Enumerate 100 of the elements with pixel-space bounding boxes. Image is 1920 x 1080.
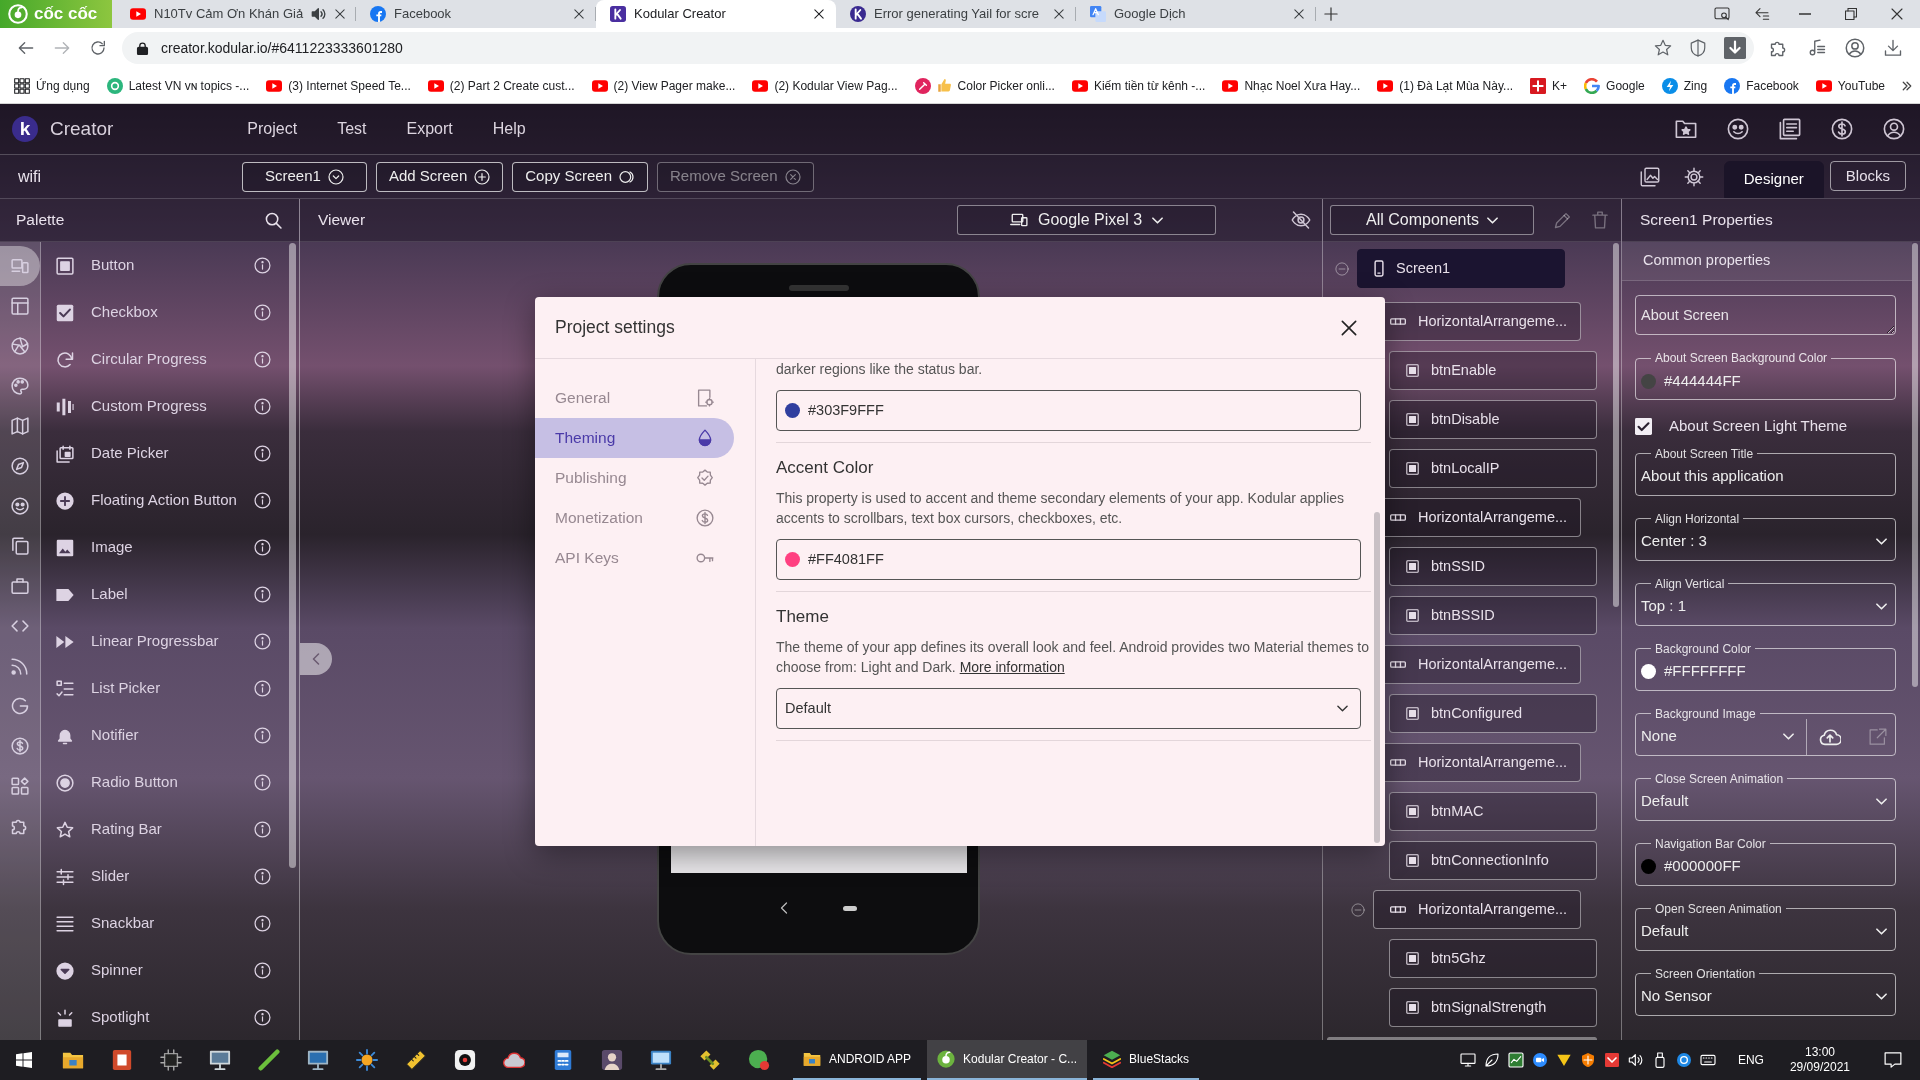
info-icon[interactable] [254, 868, 271, 885]
settings-nav-item[interactable]: Theming [535, 418, 734, 458]
screen-button[interactable]: Copy Screen [512, 161, 648, 192]
playlist-icon[interactable] [1808, 39, 1826, 57]
avatar-icon[interactable] [600, 1049, 623, 1071]
bookmark[interactable]: Google [1584, 76, 1645, 95]
palette-item[interactable]: Custom Progress [41, 383, 289, 430]
dollar-icon[interactable] [1831, 118, 1853, 140]
bookmark[interactable]: Ứng dụng [14, 76, 90, 95]
color-field[interactable]: #303F9FFF [776, 390, 1361, 431]
bookmark[interactable]: (1) Đà Lạt Mùa Này... [1377, 76, 1514, 95]
chevron-tile-icon[interactable] [1603, 1052, 1620, 1068]
checkbox[interactable] [1635, 417, 1652, 435]
palette-item[interactable]: Floating Action Button [41, 477, 289, 524]
monitor-icon[interactable] [208, 1049, 231, 1071]
ruler-icon[interactable] [404, 1049, 427, 1071]
palette-item[interactable]: Button [41, 242, 289, 289]
globe-icon[interactable] [747, 1049, 770, 1071]
info-icon[interactable] [254, 445, 271, 462]
dropdown-field[interactable]: Align Horizontal Center : 3 [1635, 511, 1896, 561]
browser-tab[interactable]: Google Dịch [1076, 0, 1316, 28]
info-icon[interactable] [254, 398, 271, 415]
close-button[interactable] [1341, 319, 1357, 336]
close-icon[interactable] [1891, 8, 1903, 20]
info-icon[interactable] [254, 680, 271, 697]
palette-item[interactable]: Image [41, 524, 289, 571]
color-field[interactable]: About Screen Background Color #444444FF [1635, 351, 1896, 400]
bookmark[interactable]: Color Picker onli... [914, 76, 1055, 95]
menu-item[interactable]: Test [337, 117, 367, 141]
palette-item[interactable]: Notifier [41, 712, 289, 759]
browser-tab[interactable]: N10Tv Cảm Ơn Khán Giả [116, 0, 356, 28]
category-tab[interactable] [0, 246, 40, 286]
component-item[interactable]: HorizontalArrangeme... [1373, 890, 1581, 929]
text-area[interactable]: About Screen [1635, 295, 1896, 335]
info-icon[interactable] [254, 915, 271, 932]
bookmark[interactable]: (2) View Pager make... [591, 76, 736, 95]
info-icon[interactable] [254, 257, 271, 274]
article-icon[interactable] [1779, 118, 1801, 140]
info-icon[interactable] [254, 962, 271, 979]
download-icon[interactable] [1884, 39, 1902, 57]
palette-item[interactable]: Rating Bar [41, 806, 289, 853]
device-dropdown[interactable]: Google Pixel 3 [957, 205, 1216, 235]
component-item[interactable]: Screen1 [1357, 249, 1565, 288]
collapse-icon[interactable] [1351, 902, 1365, 917]
component-filter-dropdown[interactable]: All Components [1330, 205, 1534, 235]
scrollbar-thumb[interactable] [289, 243, 296, 868]
close-icon[interactable] [814, 9, 824, 19]
satellite-icon[interactable] [698, 1049, 721, 1071]
component-item[interactable]: btnDisable [1389, 400, 1597, 439]
smiley-icon[interactable] [1727, 118, 1749, 140]
arrows-icon[interactable] [1754, 6, 1770, 22]
editor-tab[interactable]: Designer [1723, 161, 1824, 198]
bookmark[interactable]: (2) Part 2 Create cust... [427, 76, 575, 95]
menu-item[interactable]: Project [247, 117, 298, 141]
info-icon[interactable] [254, 633, 271, 650]
dropdown-field[interactable]: Screen Orientation No Sensor [1635, 966, 1896, 1016]
shield-icon[interactable] [1579, 1052, 1596, 1068]
chart-tile-icon[interactable] [1507, 1052, 1524, 1068]
close-icon[interactable] [574, 9, 584, 19]
palette-item[interactable]: Spinner [41, 947, 289, 994]
address-bar[interactable]: creator.kodular.io/#6411223333601280 [122, 32, 1754, 64]
collapse-handle[interactable] [300, 643, 332, 675]
language-indicator[interactable]: ENG [1737, 1051, 1764, 1069]
component-item[interactable]: btnEnable [1389, 351, 1597, 390]
chat-icon[interactable] [1531, 1052, 1548, 1068]
component-item[interactable]: btnMAC [1389, 792, 1597, 831]
restore-icon[interactable] [1845, 8, 1857, 20]
sun-icon[interactable] [355, 1049, 378, 1071]
taskbar-window[interactable]: ANDROID APP [793, 1040, 922, 1080]
bookmark[interactable]: Facebook [1724, 76, 1799, 95]
images-icon[interactable] [1639, 166, 1660, 187]
new-tab-icon[interactable] [1324, 7, 1338, 21]
screen-button[interactable]: Add Screen [375, 161, 504, 192]
shield-icon[interactable] [1689, 39, 1707, 57]
pencil-icon[interactable] [1554, 211, 1572, 229]
palette-item[interactable]: Linear Progressbar [41, 618, 289, 665]
palette-item[interactable]: List Picker [41, 665, 289, 712]
browser-tab[interactable]: Error generating Yail for scre [836, 0, 1076, 28]
eye-off-icon[interactable] [1291, 210, 1311, 230]
browser-round-icon[interactable] [1675, 1052, 1692, 1068]
component-item[interactable]: btnBSSID [1389, 596, 1597, 635]
editor-tab[interactable]: Blocks [1829, 161, 1906, 191]
back-icon[interactable] [18, 40, 34, 56]
info-icon[interactable] [254, 774, 271, 791]
color-field[interactable]: Navigation Bar Color #000000FF [1635, 836, 1896, 886]
arrow-down-icon[interactable] [1555, 1052, 1572, 1068]
scrollbar-thumb[interactable] [1613, 243, 1619, 607]
dropdown-field[interactable]: Open Screen Animation Default [1635, 901, 1896, 951]
component-item[interactable]: btnSignalStrength [1389, 988, 1597, 1027]
clock-date[interactable]: 29/09/2021 [1789, 1060, 1850, 1075]
bookmark[interactable]: Kiếm tiền từ kênh -... [1071, 76, 1206, 95]
pen-icon[interactable] [257, 1049, 280, 1071]
scrollbar-thumb[interactable] [1912, 243, 1918, 687]
taskbar-window[interactable]: Kodular Creator - C... [927, 1040, 1088, 1080]
close-icon[interactable] [1294, 9, 1304, 19]
account-icon[interactable] [1845, 38, 1865, 58]
settings-icon[interactable] [1683, 166, 1704, 187]
screen-icon[interactable] [306, 1049, 329, 1071]
camera-icon[interactable] [453, 1049, 476, 1071]
palette-item[interactable]: Radio Button [41, 759, 289, 806]
